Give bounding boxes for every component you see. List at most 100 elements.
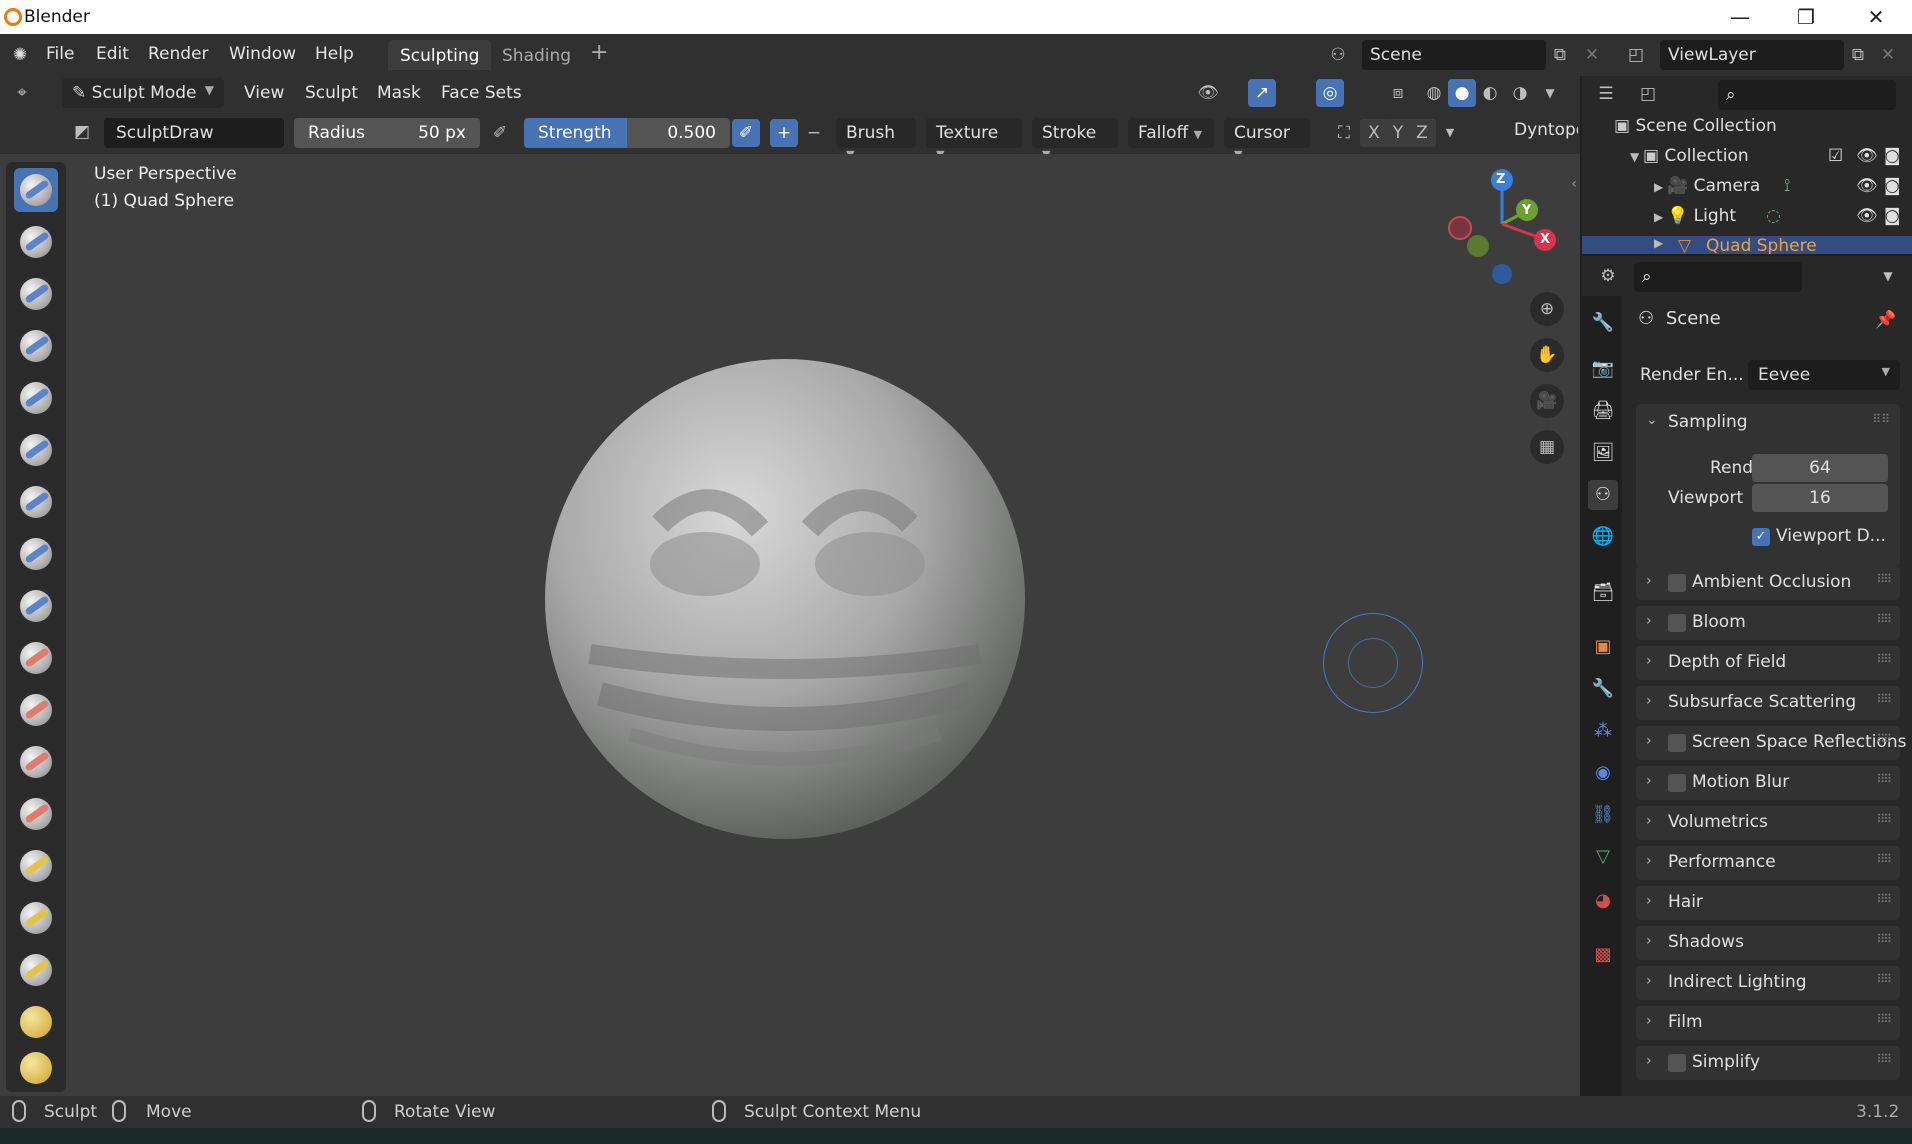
camera-render-icon[interactable]: ◙ xyxy=(1884,176,1901,196)
object-tab-icon[interactable]: ▣ xyxy=(1588,632,1618,662)
camera-view-icon[interactable]: 🎥 xyxy=(1530,384,1564,418)
brush-name-field[interactable]: SculptDraw xyxy=(104,118,284,148)
bloom-checkbox[interactable] xyxy=(1668,614,1686,632)
editor-type-icon[interactable]: ⌖ xyxy=(8,79,36,107)
collection-tab-icon[interactable]: 🗃 xyxy=(1588,578,1618,608)
new-viewlayer-icon[interactable]: ⧉ xyxy=(1844,41,1872,69)
eye-icon[interactable]: 👁 xyxy=(1856,176,1878,196)
eye-icon[interactable]: 👁 xyxy=(1856,206,1878,226)
xray-toggle-icon[interactable]: ⧈ xyxy=(1384,79,1412,107)
outliner-search-field[interactable]: ⌕ xyxy=(1718,80,1896,110)
panel-performance[interactable]: › Performance ⠿⠿ xyxy=(1636,846,1900,880)
brush-thumbnail-icon[interactable]: ◩ xyxy=(68,118,96,146)
drag-grip-icon[interactable]: ⠿⠿ xyxy=(1876,892,1892,906)
shading-options-icon[interactable]: ▼ xyxy=(1536,79,1564,107)
pin-icon[interactable]: 📌 xyxy=(1872,306,1900,334)
pan-hand-icon[interactable]: ✋ xyxy=(1530,338,1564,372)
properties-search-field[interactable]: ⌕ xyxy=(1634,262,1802,292)
direction-subtract-button[interactable]: − xyxy=(800,119,828,147)
perspective-toggle-icon[interactable]: ▦ xyxy=(1530,430,1564,464)
delete-scene-icon[interactable]: ✕ xyxy=(1578,41,1606,69)
symmetry-z-toggle[interactable]: Z xyxy=(1408,119,1436,147)
symmetry-options-icon[interactable]: ▼ xyxy=(1436,119,1464,147)
texture-tab-icon[interactable]: ▩ xyxy=(1588,940,1618,970)
outliner-editor-type-icon[interactable]: ☰ xyxy=(1592,80,1620,108)
drag-grip-icon[interactable]: ⠿⠿ xyxy=(1876,812,1892,826)
ambient-occlusion-checkbox[interactable] xyxy=(1668,574,1686,592)
scene-name-field[interactable]: Scene xyxy=(1362,40,1546,70)
viewlayer-browse-icon[interactable]: ◰ xyxy=(1622,41,1650,69)
tool-grab[interactable] xyxy=(14,948,58,992)
view-layer-tab-icon[interactable]: 🖼 xyxy=(1588,438,1618,468)
drag-grip-icon[interactable]: ⠿⠿ xyxy=(1872,412,1890,426)
tool-blob[interactable] xyxy=(14,532,58,576)
tool-flatten[interactable] xyxy=(14,688,58,732)
solid-shading-icon[interactable]: ● xyxy=(1448,79,1476,107)
screen-space-reflections-checkbox[interactable] xyxy=(1668,734,1686,752)
tool-crease[interactable] xyxy=(14,584,58,628)
constraints-tab-icon[interactable]: ⛓ xyxy=(1588,800,1618,830)
properties-options-icon[interactable]: ▼ xyxy=(1874,262,1902,290)
texture-dropdown[interactable]: Texture ▼ xyxy=(926,118,1022,161)
viewport-samples-field[interactable]: 16 xyxy=(1752,484,1888,512)
drag-grip-icon[interactable]: ⠿⠿ xyxy=(1876,652,1892,666)
rendered-shading-icon[interactable]: ◑ xyxy=(1506,79,1534,107)
outliner-item-camera[interactable]: ▶ 🎥 Camera ⟟ 👁 ◙ xyxy=(1654,176,1910,206)
drag-grip-icon[interactable]: ⠿⠿ xyxy=(1876,732,1892,746)
tool-smooth[interactable] xyxy=(14,636,58,680)
render-tab-icon[interactable]: 📷 xyxy=(1588,354,1618,384)
panel-ambient-occlusion[interactable]: › Ambient Occlusion ⠿⠿ xyxy=(1636,566,1900,600)
quad-sphere-mesh[interactable] xyxy=(540,354,1030,844)
outliner-item-collection[interactable]: ▼ ▣ Collection ☑ 👁 ◙ xyxy=(1630,146,1910,176)
simplify-checkbox[interactable] xyxy=(1668,1054,1686,1072)
panel-depth-of-field[interactable]: › Depth of Field ⠿⠿ xyxy=(1636,646,1900,680)
tool-draw[interactable] xyxy=(14,168,58,212)
menu-face-sets[interactable]: Face Sets xyxy=(441,83,522,103)
tool-draw-sharp[interactable] xyxy=(14,220,58,264)
scene-browse-icon[interactable]: ⚇ xyxy=(1324,41,1352,69)
tool-elastic-deform[interactable] xyxy=(14,1000,58,1044)
radius-pressure-icon[interactable]: ✐ xyxy=(486,119,514,147)
panel-film[interactable]: › Film ⠿⠿ xyxy=(1636,1006,1900,1040)
drag-grip-icon[interactable]: ⠿⠿ xyxy=(1876,772,1892,786)
outliner-scene-collection[interactable]: ▣ Scene Collection xyxy=(1614,116,1777,146)
radius-slider[interactable]: Radius 50 px xyxy=(294,118,480,148)
panel-hair[interactable]: › Hair ⠿⠿ xyxy=(1636,886,1900,920)
overlay-toggle-icon[interactable]: ◎ xyxy=(1316,79,1344,107)
close-button[interactable]: ✕ xyxy=(1848,2,1904,32)
modifier-tab-icon[interactable]: 🔧 xyxy=(1588,674,1618,704)
visibility-icon[interactable]: 👁 xyxy=(1194,79,1222,107)
drag-grip-icon[interactable]: ⠿⠿ xyxy=(1876,692,1892,706)
falloff-dropdown[interactable]: Falloff ▼ xyxy=(1128,118,1214,148)
panel-motion-blur[interactable]: › Motion Blur ⠿⠿ xyxy=(1636,766,1900,800)
brush-dropdown[interactable]: Brush ▼ xyxy=(836,118,916,161)
delete-viewlayer-icon[interactable]: ✕ xyxy=(1874,41,1902,69)
tool-clay-thumb[interactable] xyxy=(14,376,58,420)
mode-dropdown[interactable]: ✎ Sculpt Mode ▼ xyxy=(62,78,224,108)
gizmo-toggle-icon[interactable]: ↗ xyxy=(1248,79,1276,107)
menu-view[interactable]: View xyxy=(244,83,284,103)
menu-help[interactable]: Help xyxy=(315,44,354,64)
add-workspace-button[interactable]: + xyxy=(590,40,608,65)
panel-subsurface-scattering[interactable]: › Subsurface Scattering ⠿⠿ xyxy=(1636,686,1900,720)
camera-render-icon[interactable]: ◙ xyxy=(1884,206,1901,226)
tool-pinch[interactable] xyxy=(14,896,58,940)
drag-grip-icon[interactable]: ⠿⠿ xyxy=(1876,572,1892,586)
panel-volumetrics[interactable]: › Volumetrics ⠿⠿ xyxy=(1636,806,1900,840)
tab-shading[interactable]: Shading xyxy=(490,40,583,70)
expand-arrow-icon[interactable]: ⌄ xyxy=(1646,412,1658,428)
viewport-denoise-checkbox[interactable]: ✓ xyxy=(1752,528,1770,546)
tab-sculpting[interactable]: Sculpting xyxy=(388,40,492,70)
tool-snake-hook[interactable] xyxy=(14,1046,58,1090)
panel-bloom[interactable]: › Bloom ⠿⠿ xyxy=(1636,606,1900,640)
material-tab-icon[interactable]: ◕ xyxy=(1588,886,1618,916)
menu-file[interactable]: File xyxy=(46,44,74,64)
tool-clay[interactable] xyxy=(14,272,58,316)
strength-pressure-icon[interactable]: ✐ xyxy=(732,119,760,147)
new-scene-icon[interactable]: ⧉ xyxy=(1546,41,1574,69)
strength-slider[interactable]: Strength 0.500 xyxy=(524,118,730,148)
panel-simplify[interactable]: › Simplify ⠿⠿ xyxy=(1636,1046,1900,1080)
material-shading-icon[interactable]: ◐ xyxy=(1476,79,1504,107)
zoom-icon[interactable]: ⊕ xyxy=(1530,292,1564,326)
cursor-dropdown[interactable]: Cursor ▼ xyxy=(1224,118,1310,161)
